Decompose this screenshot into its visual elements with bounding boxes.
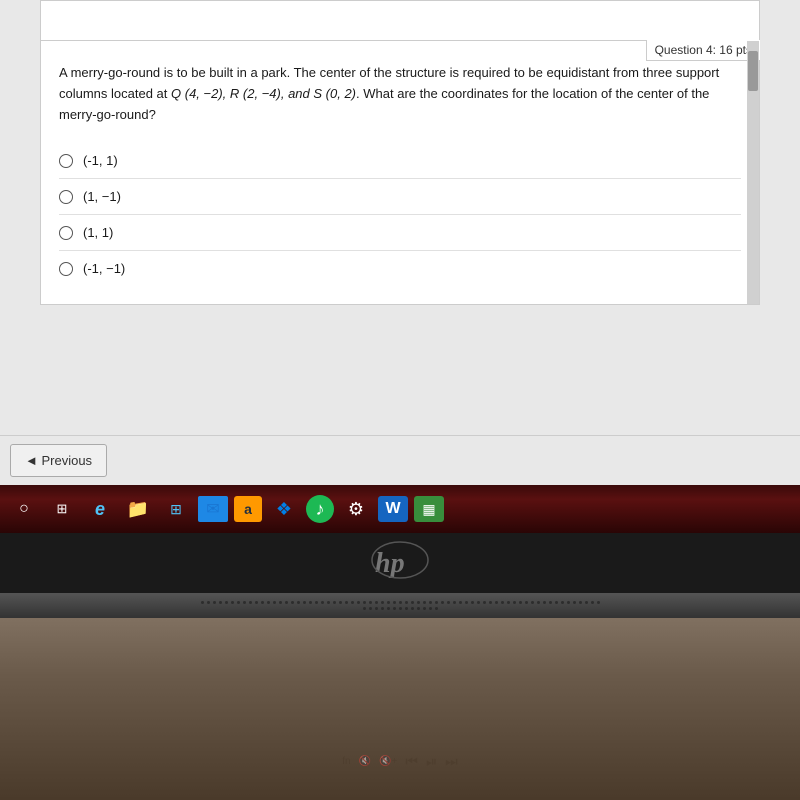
previous-button[interactable]: ◄ Previous: [10, 444, 107, 477]
scrollbar-thumb[interactable]: [748, 51, 758, 91]
settings-icon[interactable]: ⚙: [340, 493, 372, 525]
spotify-icon[interactable]: ♪: [306, 495, 334, 523]
amazon-icon[interactable]: a: [234, 496, 262, 522]
option-4-label: (-1, −1): [83, 261, 125, 276]
radio-4[interactable]: [59, 262, 73, 276]
laptop-body: for(let i=0;i<80;i++) document.write('<d…: [0, 593, 800, 800]
math-expression: Q (4, −2), R (2, −4), and S (0, 2): [171, 86, 356, 101]
radio-2[interactable]: [59, 190, 73, 204]
file-explorer-icon[interactable]: 📁: [122, 493, 154, 525]
radio-1[interactable]: [59, 154, 73, 168]
option-1-label: (-1, 1): [83, 153, 118, 168]
question-card: Question 4: 16 pts A merry-go-round is t…: [40, 40, 760, 305]
option-1[interactable]: (-1, 1): [59, 143, 741, 179]
option-2-label: (1, −1): [83, 189, 121, 204]
option-2[interactable]: (1, −1): [59, 179, 741, 215]
svg-text:hp: hp: [375, 548, 405, 579]
taskbar: ○ ⊞ e 📁 ⊞ ✉ a ❖ ♪ ⚙ W ▦: [0, 485, 800, 533]
edge-icon[interactable]: e: [84, 493, 116, 525]
nav-area: ◄ Previous: [0, 435, 800, 485]
hp-logo: hp: [370, 540, 430, 587]
option-4[interactable]: (-1, −1): [59, 251, 741, 286]
windows-icon[interactable]: ⊞: [160, 493, 192, 525]
word-icon[interactable]: W: [378, 496, 408, 522]
mail-icon[interactable]: ✉: [198, 496, 228, 522]
scrollbar[interactable]: [747, 41, 759, 304]
dropbox-icon[interactable]: ❖: [268, 493, 300, 525]
circle-icon[interactable]: ○: [8, 493, 40, 525]
option-3[interactable]: (1, 1): [59, 215, 741, 251]
question-label: Question 4: 16 pts: [646, 40, 760, 61]
option-3-label: (1, 1): [83, 225, 113, 240]
excel-icon[interactable]: ▦: [414, 496, 444, 522]
task-view-icon[interactable]: ⊞: [46, 493, 78, 525]
hp-logo-area: hp: [0, 533, 800, 593]
question-text: A merry-go-round is to be built in a par…: [59, 63, 741, 125]
radio-3[interactable]: [59, 226, 73, 240]
top-card: [40, 0, 760, 40]
options-list: (-1, 1) (1, −1) (1, 1) (-1, −1): [59, 143, 741, 286]
